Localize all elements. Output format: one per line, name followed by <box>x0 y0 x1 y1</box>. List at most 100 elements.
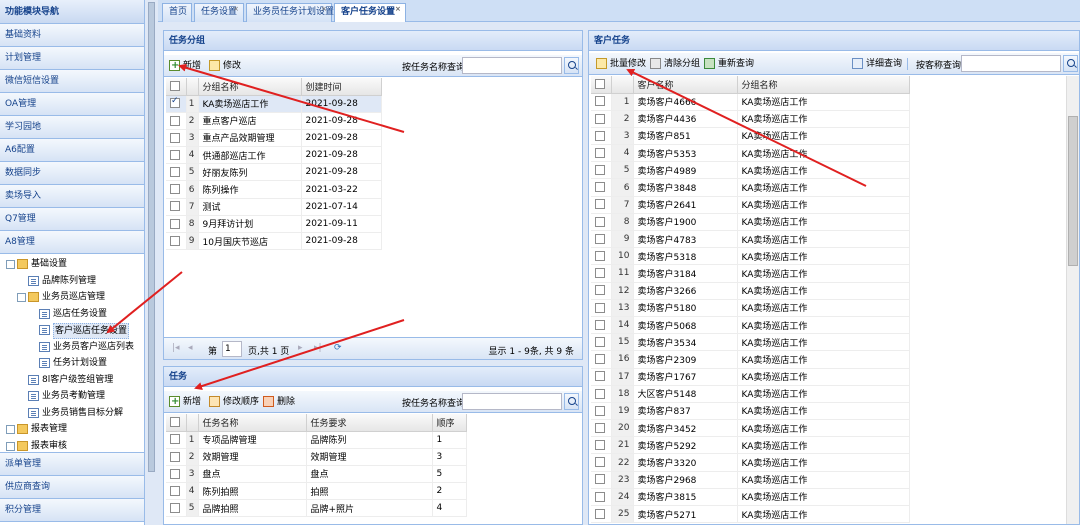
row-checkbox[interactable] <box>166 448 187 466</box>
row-checkbox[interactable] <box>591 488 612 507</box>
table-row[interactable]: 7 测试 2021-07-14 <box>166 198 382 216</box>
row-checkbox[interactable] <box>166 482 187 501</box>
select-all-checkbox[interactable] <box>591 76 612 94</box>
row-checkbox[interactable] <box>591 368 612 386</box>
table-row[interactable]: 20 卖场客户3452 KA卖场巡店工作 <box>591 419 910 438</box>
row-checkbox[interactable] <box>166 95 187 113</box>
row-checkbox[interactable] <box>166 180 187 199</box>
row-checkbox[interactable] <box>591 264 612 283</box>
row-checkbox[interactable] <box>591 230 612 249</box>
tree-node[interactable]: 报表审核 <box>0 438 144 455</box>
table-row[interactable]: 5 好丽友陈列 2021-09-28 <box>166 163 382 182</box>
row-checkbox[interactable] <box>591 333 612 352</box>
scrollbar-thumb[interactable] <box>148 2 155 472</box>
tab-1[interactable]: 任务设置 × <box>194 3 244 22</box>
row-checkbox[interactable] <box>166 112 187 130</box>
table-row[interactable]: 1 专项品牌管理 品牌陈列 1 <box>166 431 467 449</box>
sidebar-item[interactable]: 派单管理 <box>0 453 144 476</box>
sidebar-item[interactable]: 数据同步 <box>0 162 144 185</box>
tree-node[interactable]: 业务员客户巡店列表 <box>0 339 144 356</box>
tab-3[interactable]: 客户任务设置 × <box>334 3 406 22</box>
row-checkbox[interactable] <box>591 110 612 128</box>
row-checkbox[interactable] <box>591 161 612 180</box>
expand-icon[interactable] <box>6 425 15 434</box>
requery-button[interactable]: 重新查询 <box>703 56 754 72</box>
sidebar-item[interactable]: A6配置 <box>0 139 144 162</box>
row-checkbox[interactable] <box>166 499 187 518</box>
select-all-checkbox[interactable] <box>166 414 187 432</box>
sidebar-item[interactable]: Q7管理 <box>0 208 144 231</box>
close-icon[interactable]: × <box>321 5 329 13</box>
close-icon[interactable]: × <box>233 5 241 13</box>
sidebar-item[interactable]: 积分管理 <box>0 499 144 522</box>
row-checkbox[interactable] <box>591 299 612 317</box>
group-add-button[interactable]: 新增 <box>168 58 201 74</box>
row-checkbox[interactable] <box>591 453 612 472</box>
row-checkbox[interactable] <box>591 505 612 524</box>
tree-node[interactable]: 巡店任务设置 <box>0 306 144 323</box>
tree-node[interactable]: 基础设置 <box>0 256 144 273</box>
table-row[interactable]: 2 重点客户巡店 2021-09-28 <box>166 112 382 130</box>
row-checkbox[interactable] <box>166 232 187 251</box>
last-page-icon[interactable]: ▸| <box>314 344 322 353</box>
row-checkbox[interactable] <box>166 163 187 182</box>
column-header[interactable]: 顺序 <box>432 414 467 432</box>
sidebar-item[interactable]: OA管理 <box>0 93 144 116</box>
table-row[interactable]: 18 大区客户5148 KA卖场巡店工作 <box>591 385 910 403</box>
row-checkbox[interactable] <box>591 471 612 489</box>
search-icon[interactable] <box>564 57 579 74</box>
tree-node[interactable]: 业务员销售目标分解 <box>0 405 144 422</box>
group-edit-button[interactable]: 修改 <box>208 58 241 74</box>
row-checkbox[interactable] <box>591 436 612 455</box>
row-checkbox[interactable] <box>166 198 187 216</box>
table-row[interactable]: 14 卖场客户5068 KA卖场巡店工作 <box>591 316 910 335</box>
table-row[interactable]: 7 卖场客户2641 KA卖场巡店工作 <box>591 196 910 214</box>
row-checkbox[interactable] <box>166 465 187 484</box>
row-checkbox[interactable] <box>591 196 612 214</box>
table-row[interactable]: 19 卖场客户837 KA卖场巡店工作 <box>591 402 910 421</box>
next-page-icon[interactable]: ▸ <box>298 344 306 353</box>
group-search-input[interactable] <box>462 57 562 74</box>
row-checkbox[interactable] <box>591 385 612 403</box>
table-row[interactable]: 2 效期管理 效期管理 3 <box>166 448 467 466</box>
collapse-icon[interactable] <box>6 260 15 269</box>
table-row[interactable]: 4 陈列拍照 拍照 2 <box>166 482 467 501</box>
batch-edit-button[interactable]: 批量修改 <box>595 56 646 72</box>
table-row[interactable]: 1KA卖场巡店工作2021-09-28 <box>166 95 382 113</box>
row-checkbox[interactable] <box>591 419 612 438</box>
first-page-icon[interactable]: |◂ <box>172 344 180 353</box>
select-all-checkbox[interactable] <box>166 78 187 96</box>
table-row[interactable]: 25 卖场客户5271 KA卖场巡店工作 <box>591 505 910 524</box>
sidebar-item[interactable]: 卖场导入 <box>0 185 144 208</box>
expand-icon[interactable] <box>6 441 15 451</box>
row-checkbox[interactable] <box>591 213 612 232</box>
table-row[interactable]: 3 重点产品效期管理 2021-09-28 <box>166 129 382 148</box>
tree-node[interactable]: 报表管理 <box>0 421 144 438</box>
table-row[interactable]: 24 卖场客户3815 KA卖场巡店工作 <box>591 488 910 507</box>
table-row[interactable]: 10 卖场客户5318 KA卖场巡店工作 <box>591 247 910 266</box>
column-header[interactable]: 客户名称 <box>633 76 738 94</box>
tree-node[interactable]: 业务员巡店管理 <box>0 289 144 306</box>
tab-2[interactable]: 业务员任务计划设置 × <box>246 3 334 22</box>
table-row[interactable]: 22 卖场客户3320 KA卖场巡店工作 <box>591 453 910 472</box>
column-header[interactable]: 分组名称 <box>737 76 910 94</box>
task-delete-button[interactable]: 删除 <box>262 394 295 410</box>
tree-node[interactable]: 客户巡店任务设置 <box>0 322 144 339</box>
tree-node[interactable]: 业务员考勤管理 <box>0 388 144 405</box>
sidebar-item[interactable]: A8管理 <box>0 231 144 254</box>
close-icon[interactable]: × <box>395 5 403 13</box>
tree-node[interactable]: 任务计划设置 <box>0 355 144 372</box>
sidebar-item[interactable]: 供应商查询 <box>0 476 144 499</box>
sidebar-scrollbar[interactable] <box>146 0 157 525</box>
sidebar-item[interactable]: 学习园地 <box>0 116 144 139</box>
search-icon[interactable] <box>1063 55 1078 72</box>
column-header[interactable]: 分组名称 <box>198 78 302 96</box>
search-icon[interactable] <box>564 393 579 410</box>
tree-node[interactable]: 8l客户级签组管理 <box>0 372 144 389</box>
row-checkbox[interactable] <box>591 127 612 146</box>
table-row[interactable]: 12 卖场客户3266 KA卖场巡店工作 <box>591 282 910 300</box>
collapse-icon[interactable] <box>17 293 26 302</box>
table-row[interactable]: 5 卖场客户4989 KA卖场巡店工作 <box>591 161 910 180</box>
row-checkbox[interactable] <box>591 282 612 300</box>
table-row[interactable]: 1 卖场客户4666 KA卖场巡店工作 <box>591 93 910 111</box>
